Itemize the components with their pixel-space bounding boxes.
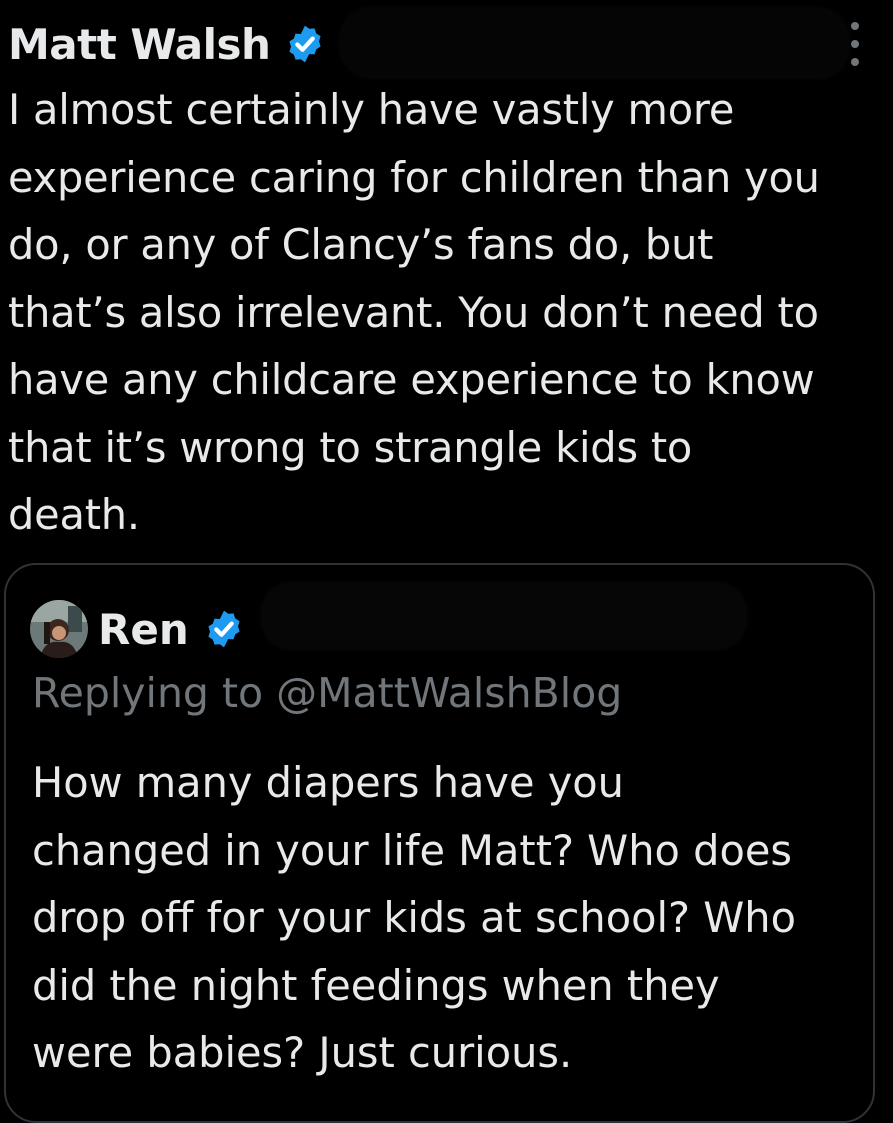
quoted-post-text: How many diapers have you changed in you…	[32, 758, 796, 1077]
replying-to-label[interactable]: Replying to @MattWalshBlog	[32, 669, 622, 717]
post: Matt Walsh I almost certainly have vastl…	[0, 0, 893, 1123]
quoted-post-card[interactable]: Ren Replying to @MattWalshBlog How many …	[4, 563, 875, 1123]
verified-badge-icon[interactable]	[203, 608, 245, 650]
redaction-box	[264, 585, 744, 647]
avatar[interactable]	[30, 600, 88, 658]
more-options-icon[interactable]	[840, 22, 870, 66]
post-text: I almost certainly have vastly more expe…	[8, 85, 820, 539]
author-name[interactable]: Matt Walsh	[8, 20, 271, 69]
quoted-author-name[interactable]: Ren	[98, 605, 189, 654]
redaction-box	[342, 10, 847, 76]
post-header: Matt Walsh	[8, 14, 326, 74]
verified-badge-icon[interactable]	[284, 23, 326, 65]
quoted-post-header: Ren	[30, 599, 245, 659]
